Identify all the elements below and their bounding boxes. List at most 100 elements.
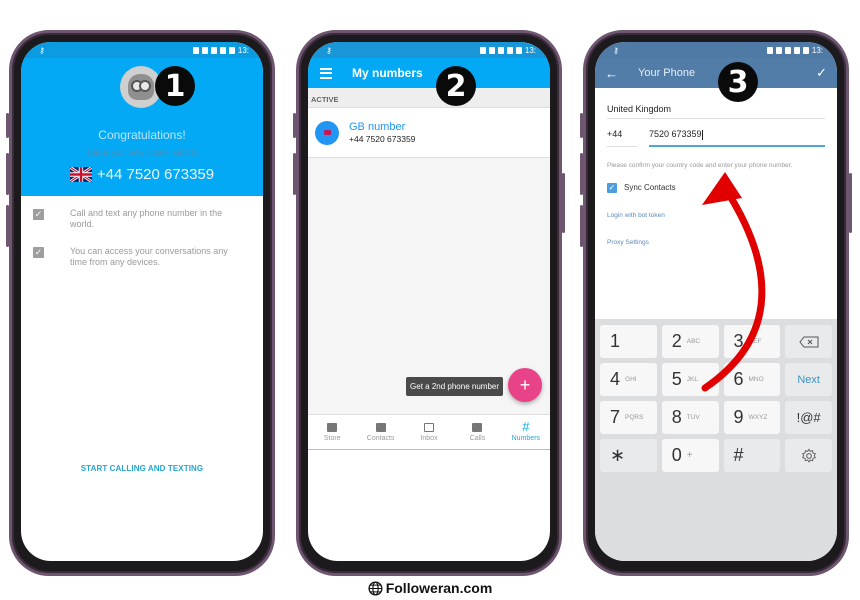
country-code-field[interactable]: +44	[607, 129, 637, 147]
status-bar: ⚷ 13:	[595, 42, 837, 58]
tab-label: Store	[323, 434, 341, 442]
section-header: ACTIVE	[308, 88, 550, 108]
key-letters: +	[686, 450, 693, 461]
uk-flag-avatar-icon	[315, 120, 339, 145]
key-4[interactable]: 4 GHI	[600, 363, 657, 396]
tab-numbers[interactable]: # Numbers	[502, 415, 550, 449]
key-8[interactable]: 8 TUV	[661, 401, 719, 434]
key-1[interactable]: 1	[600, 325, 657, 358]
clock: 13:	[237, 45, 249, 55]
next-key[interactable]: Next	[785, 363, 832, 396]
key-icon: ⚷	[39, 45, 45, 55]
back-arrow-icon[interactable]: ←	[605, 66, 618, 81]
feature-text: You can access your conversations any ti…	[70, 246, 228, 267]
feature-item: ✓ Call and text any phone number in the …	[21, 196, 263, 230]
settings-key[interactable]	[785, 439, 832, 472]
key-digit: 5	[671, 369, 682, 389]
volume-button	[293, 113, 296, 138]
key-5[interactable]: 5 JKL	[661, 363, 719, 396]
bottom-nav: Store Contacts Inbox Calls # Numbers	[308, 414, 550, 450]
key-digit: 2	[671, 331, 682, 351]
clock: 13:	[811, 45, 823, 55]
page-title: My numbers	[352, 66, 423, 80]
country-field[interactable]: United Kingdom	[607, 88, 825, 119]
list-body: Get a 2nd phone number +	[308, 158, 550, 414]
new-phone-number: +44 7520 673359	[21, 166, 263, 183]
checkbox-checked-icon: ✓	[33, 247, 44, 258]
menu-icon[interactable]	[320, 67, 332, 79]
screen-my-numbers: ⚷ 13: My numbers ACTIVE GB number +44 75…	[308, 42, 550, 561]
clock: 13:	[524, 45, 536, 55]
sync-contacts-checkbox[interactable]: ✓ Sync Contacts	[607, 182, 825, 193]
backspace-icon	[798, 336, 819, 347]
status-bar: ⚷ 13:	[308, 42, 550, 58]
brand-text: Followeran.com	[385, 580, 493, 596]
volume-button	[580, 113, 583, 138]
status-bar: ⚷ 13:	[21, 42, 263, 58]
volume-button	[6, 113, 9, 138]
key-digit: 8	[671, 407, 682, 427]
backspace-key[interactable]	[785, 325, 832, 358]
key-letters: DEF	[748, 338, 762, 345]
proxy-settings-link[interactable]: Proxy Settings	[607, 239, 825, 246]
key-digit: 0	[671, 445, 682, 465]
key-icon: ⚷	[326, 45, 332, 55]
tab-label: Calls	[469, 434, 486, 442]
text-caret	[701, 129, 703, 140]
key-letters: TUV	[686, 414, 700, 421]
phone-number-input[interactable]: 7520 673359	[649, 129, 825, 147]
inbox-icon	[424, 422, 435, 432]
key-3[interactable]: 3 DEF	[723, 325, 781, 358]
app-bar: My numbers	[308, 58, 550, 88]
key-letters: PQRS	[625, 414, 644, 421]
start-calling-button[interactable]: START CALLING AND TEXTING	[21, 464, 263, 473]
numeric-keypad: 1 2 ABC 3 DEF 4 GHI 5 JKL 6 MNO Next 7 PQRS 8T…	[595, 319, 837, 561]
power-button	[562, 173, 565, 233]
step-badge-1: 1	[155, 66, 195, 106]
tab-store[interactable]: Store	[308, 415, 356, 449]
phone-number-text: +44 7520 673359	[96, 166, 215, 183]
key-star[interactable]: ∗	[600, 439, 657, 472]
feature-item: ✓ You can access your conversations any …	[21, 230, 263, 268]
key-digit: ∗	[610, 445, 626, 465]
add-number-fab[interactable]: +	[508, 368, 542, 402]
phone-mockup-3: ⚷ 13: ← Your Phone ✓ United Kingdom +44 …	[580, 30, 852, 576]
power-button	[849, 173, 852, 233]
key-digit: 4	[610, 369, 621, 389]
key-letters: GHI	[625, 376, 637, 383]
login-bot-token-link[interactable]: Login with bot token	[607, 212, 825, 219]
side-button	[580, 205, 583, 247]
number-value: +44 7520 673359	[349, 134, 416, 144]
key-hash[interactable]: #	[723, 439, 781, 472]
tab-calls[interactable]: Calls	[453, 415, 501, 449]
key-6[interactable]: 6 MNO	[723, 363, 781, 396]
tab-inbox[interactable]: Inbox	[405, 415, 453, 449]
congrats-subtitle: This is your new phone number	[86, 148, 198, 157]
key-letters: MNO	[748, 376, 764, 383]
header-banner: Congratulations! This is your new phone …	[21, 58, 263, 196]
key-0[interactable]: 0 +	[661, 439, 719, 472]
fab-tooltip: Get a 2nd phone number	[406, 377, 503, 396]
symbols-key[interactable]: !@#	[785, 401, 832, 434]
calls-icon	[472, 422, 483, 432]
screen-congratulations: ⚷ 13: Congratulations! This is your new …	[21, 42, 263, 561]
tab-contacts[interactable]: Contacts	[356, 415, 404, 449]
number-list-item[interactable]: GB number +44 7520 673359	[308, 108, 550, 158]
confirm-check-icon[interactable]: ✓	[816, 65, 827, 81]
app-bar: ← Your Phone ✓	[595, 58, 837, 88]
phone-form: United Kingdom +44 7520 673359 Please co…	[595, 88, 837, 246]
key-9[interactable]: 9 WXYZ	[723, 401, 781, 434]
key-7[interactable]: 7 PQRS	[600, 401, 657, 434]
page-title: Your Phone	[638, 67, 696, 79]
hash-icon: #	[522, 419, 530, 434]
key-2[interactable]: 2 ABC	[661, 325, 719, 358]
key-digit: #	[733, 445, 744, 465]
step-badge-3: 3	[718, 62, 758, 102]
contacts-icon	[375, 422, 386, 432]
volume-button	[293, 153, 296, 195]
key-digit: 6	[733, 369, 744, 389]
uk-flag-icon	[69, 167, 92, 182]
mascot-icon	[128, 74, 154, 100]
confirm-hint: Please confirm your country code and ent…	[607, 161, 793, 169]
congrats-title: Congratulations!	[98, 128, 186, 142]
